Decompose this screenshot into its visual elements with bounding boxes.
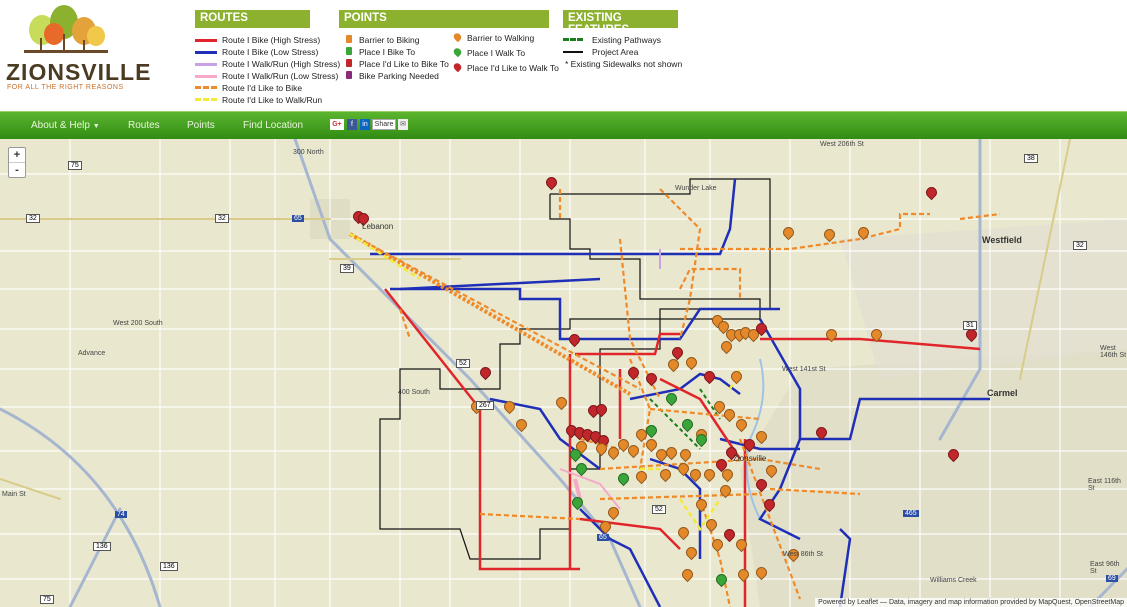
map-view[interactable]: Westfield Carmel Lebanon Zionsville Adva…	[0, 139, 1127, 607]
header: ZIONSVILLE FOR ALL THE RIGHT REASONS ROU…	[0, 0, 1127, 111]
legend-route-walk-high: Route I Walk/Run (High Stress)	[195, 58, 340, 70]
map-pin-icon	[452, 31, 463, 43]
route-shield: 32	[1073, 241, 1087, 250]
route-shield: 39	[340, 264, 354, 273]
facebook-icon[interactable]: f	[347, 119, 357, 130]
linkedin-icon[interactable]: in	[360, 119, 370, 130]
legend-place-like-walk: Place I'd Like to Walk To	[451, 61, 559, 77]
route-shield: 267	[476, 401, 494, 410]
interstate-shield: 74	[115, 511, 127, 518]
share-button[interactable]: Share	[372, 119, 396, 130]
legend-route-like-walk: Route I'd Like to Walk/Run	[195, 94, 322, 106]
trees-icon	[24, 5, 108, 53]
route-shield: 136	[93, 542, 111, 551]
features-legend: EXISTING FEATURES Existing Pathways Proj…	[563, 10, 683, 70]
interstate-shield: 65	[597, 534, 609, 541]
routes-legend-title: ROUTES	[195, 10, 310, 28]
route-shield: 52	[456, 359, 470, 368]
nav-find-location[interactable]: Find Location	[243, 120, 303, 131]
features-note: * Existing Sidewalks not shown	[565, 59, 683, 69]
legend-project-area: Project Area	[563, 46, 678, 58]
legend-barrier-biking: Barrier to Biking	[343, 34, 453, 46]
map-pin-icon	[452, 61, 463, 73]
map-pin-icon	[346, 71, 352, 79]
legend-route-like-bike: Route I'd Like to Bike	[195, 82, 310, 94]
nav-bar: About & Help ▼ Routes Points Find Locati…	[0, 111, 1127, 140]
map-attribution: Powered by Leaflet — Data, imagery and m…	[815, 598, 1127, 607]
route-shield: 75	[40, 595, 54, 604]
legend-place-like-bike: Place I'd Like to Bike To	[343, 58, 453, 70]
legend-route-walk-low: Route I Walk/Run (Low Stress)	[195, 70, 338, 82]
logo-tagline: FOR ALL THE RIGHT REASONS	[7, 84, 124, 91]
route-shield: 32	[26, 214, 40, 223]
zoom-control: + -	[8, 147, 26, 178]
legend-barrier-walking: Barrier to Walking	[451, 31, 551, 47]
zoom-in-button[interactable]: +	[9, 148, 25, 162]
route-shield: 32	[215, 214, 229, 223]
interstate-shield: 465	[903, 510, 919, 517]
route-shield: 75	[68, 161, 82, 170]
interstate-shield: 69	[1106, 575, 1118, 582]
map-pin-icon	[452, 46, 463, 58]
logo-wordmark: ZIONSVILLE	[6, 59, 152, 85]
google-plus-icon[interactable]: G+	[330, 119, 344, 130]
caret-down-icon: ▼	[92, 123, 100, 130]
nav-about-help[interactable]: About & Help ▼	[31, 120, 100, 131]
map-pin-icon	[346, 59, 352, 67]
route-shield: 136	[160, 562, 178, 571]
nav-points[interactable]: Points	[187, 120, 215, 131]
route-shields: 75 32 32 65 39 38 32 31 74 136 136 75 52…	[0, 139, 1127, 607]
email-icon[interactable]: ✉	[398, 119, 408, 130]
routes-legend: ROUTES Route I Bike (High Stress) Route …	[195, 10, 340, 106]
legend-route-bike-low: Route I Bike (Low Stress)	[195, 46, 318, 58]
route-shield: 52	[652, 505, 666, 514]
route-shield: 31	[963, 321, 977, 330]
zionsville-logo[interactable]: ZIONSVILLE FOR ALL THE RIGHT REASONS	[4, 4, 150, 104]
points-legend-title: POINTS	[339, 10, 549, 28]
zoom-out-button[interactable]: -	[9, 162, 25, 177]
points-legend: POINTS Barrier to Biking Place I Bike To…	[339, 10, 559, 84]
legend-bike-parking: Bike Parking Needed	[343, 70, 453, 82]
map-pin-icon	[346, 47, 352, 55]
nav-routes[interactable]: Routes	[128, 120, 160, 131]
legend-place-walk-to: Place I Walk To	[451, 46, 551, 62]
map-pin-icon	[346, 35, 352, 43]
legend-route-bike-high: Route I Bike (High Stress)	[195, 34, 320, 46]
features-legend-title: EXISTING FEATURES	[563, 10, 678, 36]
interstate-shield: 65	[292, 215, 304, 222]
legend-place-bike-to: Place I Bike To	[343, 46, 453, 58]
legend-existing-pathways: Existing Pathways	[563, 34, 678, 46]
route-shield: 38	[1024, 154, 1038, 163]
